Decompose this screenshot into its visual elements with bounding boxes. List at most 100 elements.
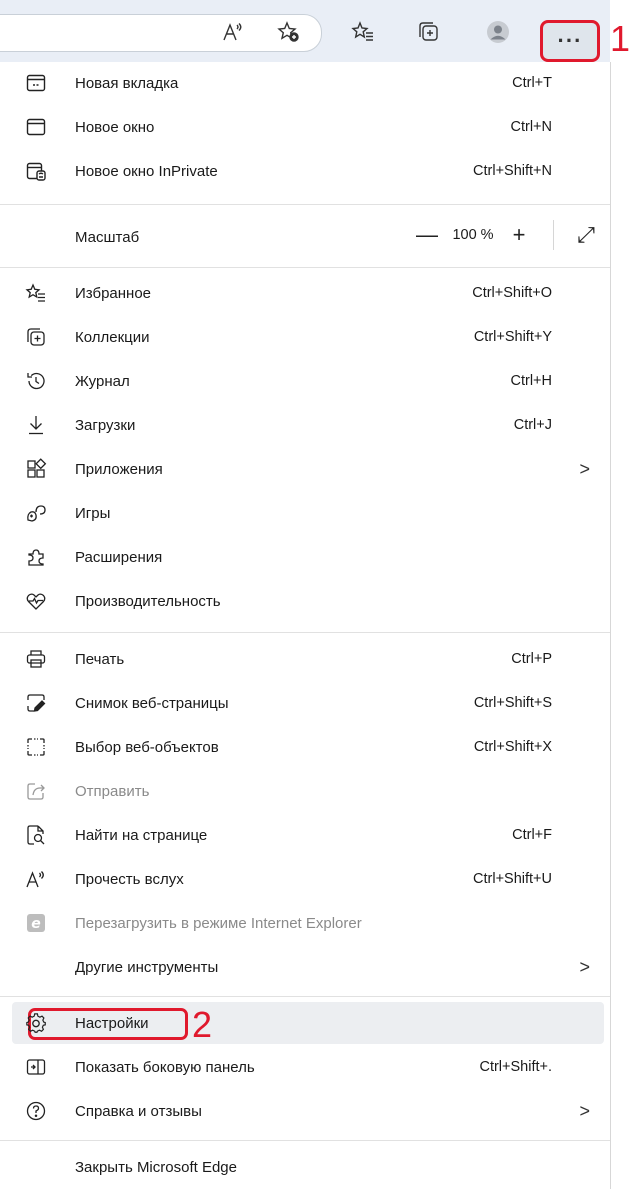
callout-2: 2 — [192, 1004, 213, 1045]
menu-label: Отправить — [75, 782, 150, 800]
shortcut-text: Ctrl+Shift+O — [472, 285, 552, 301]
menu-label: Приложения — [75, 460, 163, 478]
favorites-icon[interactable] — [345, 14, 381, 50]
menu-label: Масштаб — [75, 228, 140, 246]
menu-separator — [0, 1140, 610, 1141]
shortcut-text: Ctrl+J — [513, 417, 552, 433]
menu-item-games[interactable]: Игры — [0, 492, 610, 534]
menu-label: Найти на странице — [75, 826, 208, 844]
zoom-in-button[interactable]: + — [503, 222, 535, 248]
browser-toolbar: ··· — [0, 0, 610, 63]
menu-label: Закрыть Microsoft Edge — [75, 1158, 237, 1176]
new-window-icon — [25, 116, 47, 138]
menu-label: Настройки — [75, 1014, 149, 1032]
shortcut-text: Ctrl+Shift+U — [473, 871, 552, 887]
menu-item-find[interactable]: Найти на странице Ctrl+F — [0, 814, 610, 856]
menu-item-more-tools[interactable]: Другие инструменты > — [0, 946, 610, 988]
history-icon — [25, 370, 47, 392]
menu-label: Журнал — [75, 372, 130, 390]
find-on-page-icon — [25, 824, 47, 846]
menu-item-collections[interactable]: Коллекции Ctrl+Shift+Y — [0, 316, 610, 358]
zoom-controls: — 100 % + ⤢ — [411, 214, 610, 256]
shortcut-text: Ctrl+P — [511, 651, 552, 667]
menu-label: Коллекции — [75, 328, 150, 346]
menu-separator — [0, 632, 610, 633]
shortcut-text: Ctrl+T — [512, 75, 552, 91]
add-favorite-icon[interactable] — [270, 14, 306, 50]
profile-icon[interactable] — [480, 14, 516, 50]
screenshot-icon — [25, 692, 47, 714]
menu-item-apps[interactable]: Приложения > — [0, 448, 610, 490]
menu-label: Снимок веб-страницы — [75, 694, 229, 712]
collections-icon[interactable] — [410, 14, 446, 50]
performance-icon — [25, 590, 47, 612]
download-icon — [25, 414, 47, 436]
menu-label: Выбор веб-объектов — [75, 738, 219, 756]
gear-icon — [25, 1012, 47, 1034]
collections-icon — [25, 326, 47, 348]
menu-label: Другие инструменты — [75, 958, 219, 976]
menu-label: Загрузки — [75, 416, 136, 434]
favorites-icon — [25, 282, 47, 304]
menu-label: Перезагрузить в режиме Internet Explorer — [75, 914, 362, 932]
menu-item-performance[interactable]: Производительность — [0, 580, 610, 622]
settings-and-more-menu: Новая вкладка Ctrl+T Новое окно Ctrl+N Н… — [0, 62, 611, 1189]
menu-label: Печать — [75, 650, 125, 668]
chevron-right-icon: > — [579, 956, 590, 977]
internet-explorer-icon: e — [25, 912, 47, 934]
menu-label: Новое окно InPrivate — [75, 162, 218, 180]
zoom-out-button[interactable]: — — [411, 222, 443, 248]
menu-item-favorites[interactable]: Избранное Ctrl+Shift+O — [0, 272, 610, 314]
more-options-button[interactable]: ··· — [540, 20, 600, 62]
chevron-right-icon: > — [579, 1100, 590, 1121]
menu-label: Производительность — [75, 592, 221, 610]
menu-label: Игры — [75, 504, 111, 522]
shortcut-text: Ctrl+Shift+X — [473, 739, 552, 755]
shortcut-text: Ctrl+Shift+. — [479, 1059, 552, 1075]
menu-separator — [0, 267, 610, 268]
print-icon — [25, 648, 47, 670]
read-aloud-icon — [25, 868, 47, 890]
menu-item-new-inprivate[interactable]: Новое окно InPrivate Ctrl+Shift+N — [0, 150, 610, 192]
callout-1: 1 — [610, 18, 631, 59]
inprivate-window-icon — [25, 160, 47, 182]
menu-item-ie-mode[interactable]: e Перезагрузить в режиме Internet Explor… — [0, 902, 610, 944]
menu-label: Расширения — [75, 548, 163, 566]
shortcut-text: Ctrl+F — [512, 827, 552, 843]
fullscreen-icon[interactable]: ⤢ — [570, 222, 602, 248]
menu-label: Новое окно — [75, 118, 155, 136]
menu-item-new-window[interactable]: Новое окно Ctrl+N — [0, 106, 610, 148]
menu-label: Избранное — [75, 284, 152, 302]
shortcut-text: Ctrl+Shift+N — [473, 163, 552, 179]
svg-text:e: e — [31, 916, 41, 932]
new-tab-icon — [25, 72, 47, 94]
menu-item-downloads[interactable]: Загрузки Ctrl+J — [0, 404, 610, 446]
menu-item-web-select[interactable]: Выбор веб-объектов Ctrl+Shift+X — [0, 726, 610, 768]
help-icon — [25, 1100, 47, 1122]
menu-label: Показать боковую панель — [75, 1058, 255, 1076]
menu-label: Справка и отзывы — [75, 1102, 202, 1120]
menu-item-close-edge[interactable]: Закрыть Microsoft Edge — [0, 1146, 610, 1188]
shortcut-text: Ctrl+N — [510, 119, 553, 135]
menu-item-history[interactable]: Журнал Ctrl+H — [0, 360, 610, 402]
apps-icon — [25, 458, 47, 480]
menu-label: Прочесть вслух — [75, 870, 184, 888]
menu-item-help[interactable]: Справка и отзывы > — [0, 1090, 610, 1132]
menu-item-share[interactable]: Отправить — [0, 770, 610, 812]
read-aloud-icon[interactable] — [215, 14, 251, 50]
zoom-value: 100 % — [452, 227, 494, 243]
menu-item-zoom: Масштаб — 100 % + ⤢ — [0, 214, 610, 260]
web-select-icon — [25, 736, 47, 758]
menu-item-settings[interactable]: Настройки — [12, 1002, 604, 1044]
menu-item-read-aloud[interactable]: Прочесть вслух Ctrl+Shift+U — [0, 858, 610, 900]
shortcut-text: Ctrl+H — [510, 373, 553, 389]
menu-item-extensions[interactable]: Расширения — [0, 536, 610, 578]
menu-item-new-tab[interactable]: Новая вкладка Ctrl+T — [0, 62, 610, 104]
extensions-icon — [25, 546, 47, 568]
sidebar-icon — [25, 1056, 47, 1078]
menu-item-screenshot[interactable]: Снимок веб-страницы Ctrl+Shift+S — [0, 682, 610, 724]
zoom-divider — [553, 220, 554, 250]
menu-separator — [0, 996, 610, 997]
menu-item-print[interactable]: Печать Ctrl+P — [0, 638, 610, 680]
menu-item-sidebar[interactable]: Показать боковую панель Ctrl+Shift+. — [0, 1046, 610, 1088]
